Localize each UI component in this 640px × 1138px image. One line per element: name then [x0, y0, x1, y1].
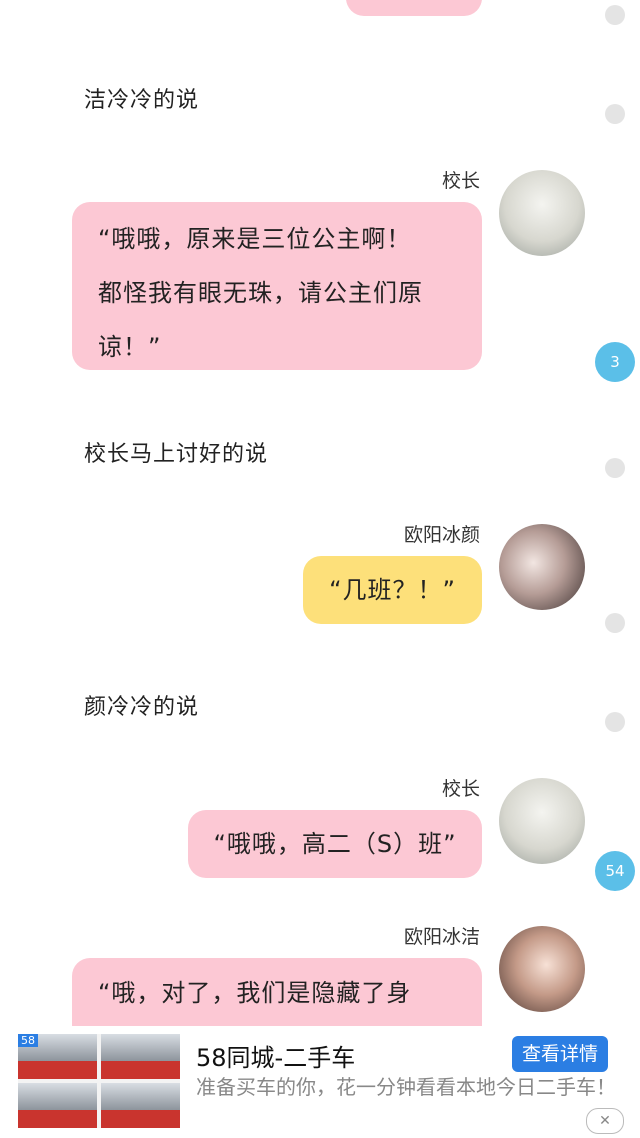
- car-thumbnail: [18, 1083, 97, 1128]
- bubble-line: “哦哦，原来是三位公主啊！: [98, 225, 412, 253]
- narration-text: 洁冷冷的说: [84, 88, 200, 113]
- ad-title[interactable]: 58同城-二手车: [196, 1038, 355, 1073]
- ad-description: 准备买车的你，花一分钟看看本地今日二手车！: [196, 1075, 616, 1099]
- chat-bubble: “哦哦，高二（S）班”: [188, 810, 482, 878]
- bubble-line: 谅！”: [98, 333, 162, 361]
- chat-bubble: “几班？！”: [303, 556, 482, 624]
- ad-logo-badge: 58: [18, 1034, 38, 1047]
- chat-bubble: “哦哦，原来是三位公主啊！ 都怪我有眼无珠，请公主们原 谅！”: [72, 202, 482, 370]
- chat-bubble-partial: [346, 0, 482, 16]
- avatar[interactable]: [499, 524, 585, 610]
- comment-dot[interactable]: [605, 104, 625, 124]
- speaker-name: 校长: [441, 778, 480, 800]
- comment-dot[interactable]: [605, 712, 625, 732]
- avatar[interactable]: [499, 926, 585, 1012]
- comment-dot[interactable]: [605, 458, 625, 478]
- speaker-name: 校长: [441, 170, 480, 192]
- comment-dot[interactable]: [605, 5, 625, 25]
- car-thumbnail: [101, 1034, 180, 1079]
- bubble-line: “哦，对了，我们是隐藏了身: [98, 979, 412, 1007]
- ad-banner[interactable]: 58 58同城-二手车 准备买车的你，花一分钟看看本地今日二手车！ 查看详情: [0, 1026, 640, 1138]
- car-thumbnail: [101, 1083, 180, 1128]
- narration-text: 校长马上讨好的说: [84, 442, 269, 467]
- comment-count-badge[interactable]: 3: [595, 342, 635, 382]
- view-details-button[interactable]: 查看详情: [512, 1036, 608, 1072]
- speaker-name: 欧阳冰颜: [403, 524, 480, 546]
- close-icon[interactable]: ✕: [586, 1108, 624, 1134]
- bubble-line: 都怪我有眼无珠，请公主们原: [98, 279, 423, 307]
- narration-text: 颜冷冷的说: [84, 695, 200, 720]
- comment-count-badge[interactable]: 54: [595, 851, 635, 891]
- avatar[interactable]: [499, 170, 585, 256]
- avatar[interactable]: [499, 778, 585, 864]
- ad-image[interactable]: [18, 1034, 180, 1128]
- comment-dot[interactable]: [605, 613, 625, 633]
- speaker-name: 欧阳冰洁: [403, 926, 480, 948]
